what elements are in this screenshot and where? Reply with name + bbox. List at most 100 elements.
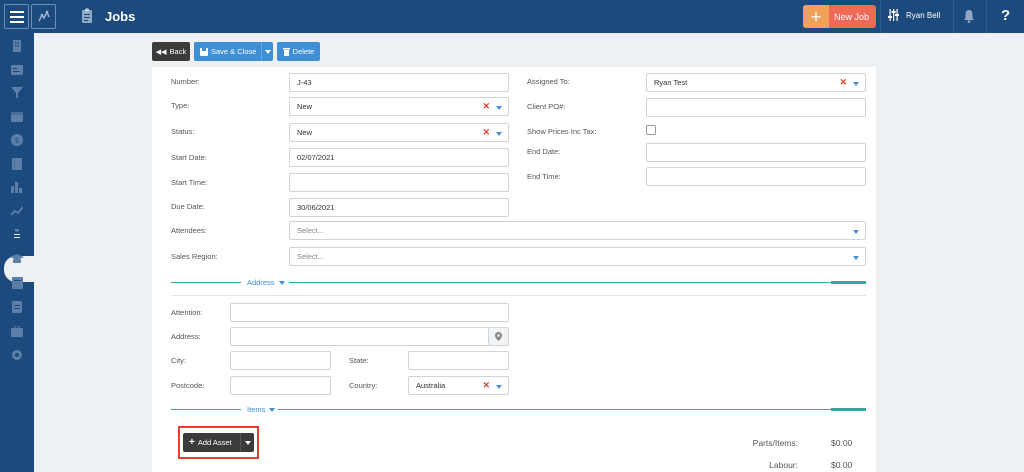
trash-icon (282, 47, 290, 56)
address-section-title: Address (247, 278, 275, 287)
sidebar-item-dollar[interactable]: $ (10, 133, 24, 147)
dollar-icon: $ (11, 134, 23, 146)
double-left-arrow-icon: ◀◀ (155, 48, 167, 56)
due-date-field[interactable]: 30/06/2021 (289, 198, 509, 217)
sidebar-item-jobs[interactable] (10, 228, 24, 242)
postcode-field[interactable] (230, 376, 331, 395)
sidebar-item-card[interactable] (10, 63, 24, 77)
sliders-icon (888, 9, 899, 21)
save-label: Save & Close (211, 47, 257, 56)
sidebar-item-book[interactable] (10, 157, 24, 171)
section-divider (171, 282, 241, 283)
sales-region-placeholder: Select... (297, 252, 325, 261)
sidebar-item-settings[interactable] (10, 348, 24, 362)
caret-down-icon (853, 256, 859, 260)
client-po-label: Client PO#: (527, 102, 566, 111)
logo-button[interactable] (31, 4, 56, 29)
country-select[interactable]: Australia ✕ (408, 376, 509, 395)
new-job-button[interactable]: + New Job (803, 5, 876, 28)
client-po-field[interactable] (646, 98, 866, 117)
clipboard-icon (12, 229, 22, 241)
show-prices-checkbox[interactable] (646, 125, 656, 135)
plus-icon: + (189, 436, 195, 448)
country-value: Australia (416, 381, 446, 390)
sidebar-item-building[interactable] (10, 39, 24, 53)
user-menu[interactable]: Ryan Bell (888, 9, 940, 21)
delete-button[interactable]: Delete (277, 42, 320, 61)
start-time-field[interactable] (289, 173, 509, 192)
clear-icon[interactable]: ✕ (482, 102, 490, 111)
assigned-to-select[interactable]: Ryan Test ✕ (646, 73, 866, 92)
sidebar: $ (0, 33, 38, 472)
attendees-select[interactable]: Select... (289, 221, 866, 240)
sales-region-label: Sales Region: (171, 252, 218, 261)
user-name: Ryan Bell (906, 10, 941, 20)
status-select[interactable]: New ✕ (289, 123, 509, 142)
add-asset-button[interactable]: + Add Asset (183, 433, 254, 452)
divider (953, 0, 954, 33)
address-label: Address: (171, 332, 201, 341)
document-icon (12, 301, 22, 313)
end-time-field[interactable] (646, 167, 866, 186)
clear-icon[interactable]: ✕ (839, 78, 847, 87)
card-icon (11, 65, 23, 75)
sidebar-item-document[interactable] (10, 300, 24, 314)
assigned-to-value: Ryan Test (654, 78, 688, 87)
book-icon (12, 158, 22, 170)
bell-icon[interactable] (963, 9, 975, 25)
save-close-button[interactable]: Save & Close (194, 42, 273, 61)
clear-icon[interactable]: ✕ (482, 381, 490, 390)
end-date-field[interactable] (646, 143, 866, 162)
menu-toggle-button[interactable] (4, 4, 29, 29)
attendees-label: Attendees: (171, 226, 207, 235)
state-field[interactable] (408, 351, 509, 370)
add-asset-label: Add Asset (197, 438, 232, 447)
type-value: New (297, 102, 313, 111)
sidebar-item-calendar[interactable] (10, 109, 24, 123)
caret-down-icon (853, 230, 859, 234)
sidebar-item-training[interactable] (10, 252, 24, 266)
start-date-field[interactable]: 02/07/2021 (289, 148, 509, 167)
top-bar: Jobs + New Job Ryan Bell ? (0, 0, 1024, 33)
sidebar-item-notebook[interactable] (10, 276, 24, 290)
assigned-to-label: Assigned To: (527, 77, 570, 86)
start-time-label: Start Time: (171, 178, 208, 187)
gear-icon (12, 350, 22, 360)
attention-field[interactable] (230, 303, 509, 322)
number-field[interactable]: J-43 (289, 73, 509, 92)
attention-label: Attention: (171, 308, 203, 317)
new-job-label: New Job (834, 11, 870, 22)
items-section-toggle[interactable]: Items (247, 405, 276, 414)
sales-region-select[interactable]: Select... (289, 247, 866, 266)
address-section-toggle[interactable]: Address (247, 278, 285, 287)
save-options-dropdown[interactable] (261, 42, 273, 61)
sidebar-item-briefcase[interactable] (10, 324, 24, 338)
end-date-label: End Date: (527, 147, 561, 156)
clear-icon[interactable]: ✕ (482, 128, 490, 137)
back-button[interactable]: ◀◀ Back (152, 42, 190, 61)
labour-label: Labour: (769, 460, 798, 470)
floppy-disk-icon (200, 47, 208, 56)
address-field[interactable] (230, 327, 509, 346)
caret-down-icon (853, 82, 859, 86)
sidebar-item-filter[interactable] (10, 86, 24, 100)
add-asset-dropdown[interactable] (240, 433, 254, 452)
caret-down-icon (496, 106, 502, 110)
number-value: J-43 (297, 78, 312, 87)
status-label: Status: (171, 127, 195, 136)
attendees-placeholder: Select... (297, 226, 325, 235)
city-field[interactable] (230, 351, 331, 370)
sidebar-item-bar-chart[interactable] (10, 180, 24, 194)
caret-down-icon (278, 280, 285, 285)
sidebar-item-trend[interactable] (10, 204, 24, 218)
help-button[interactable]: ? (1001, 7, 1010, 24)
delete-label: Delete (292, 47, 315, 56)
filter-icon (11, 87, 23, 99)
labour-value: $0.00 (831, 460, 853, 470)
start-date-label: Start Date: (171, 153, 207, 162)
start-date-value: 02/07/2021 (297, 153, 335, 162)
type-select[interactable]: New ✕ (289, 97, 509, 116)
divider (880, 0, 881, 33)
map-pin-button[interactable] (488, 328, 508, 345)
map-pin-icon (495, 332, 502, 341)
